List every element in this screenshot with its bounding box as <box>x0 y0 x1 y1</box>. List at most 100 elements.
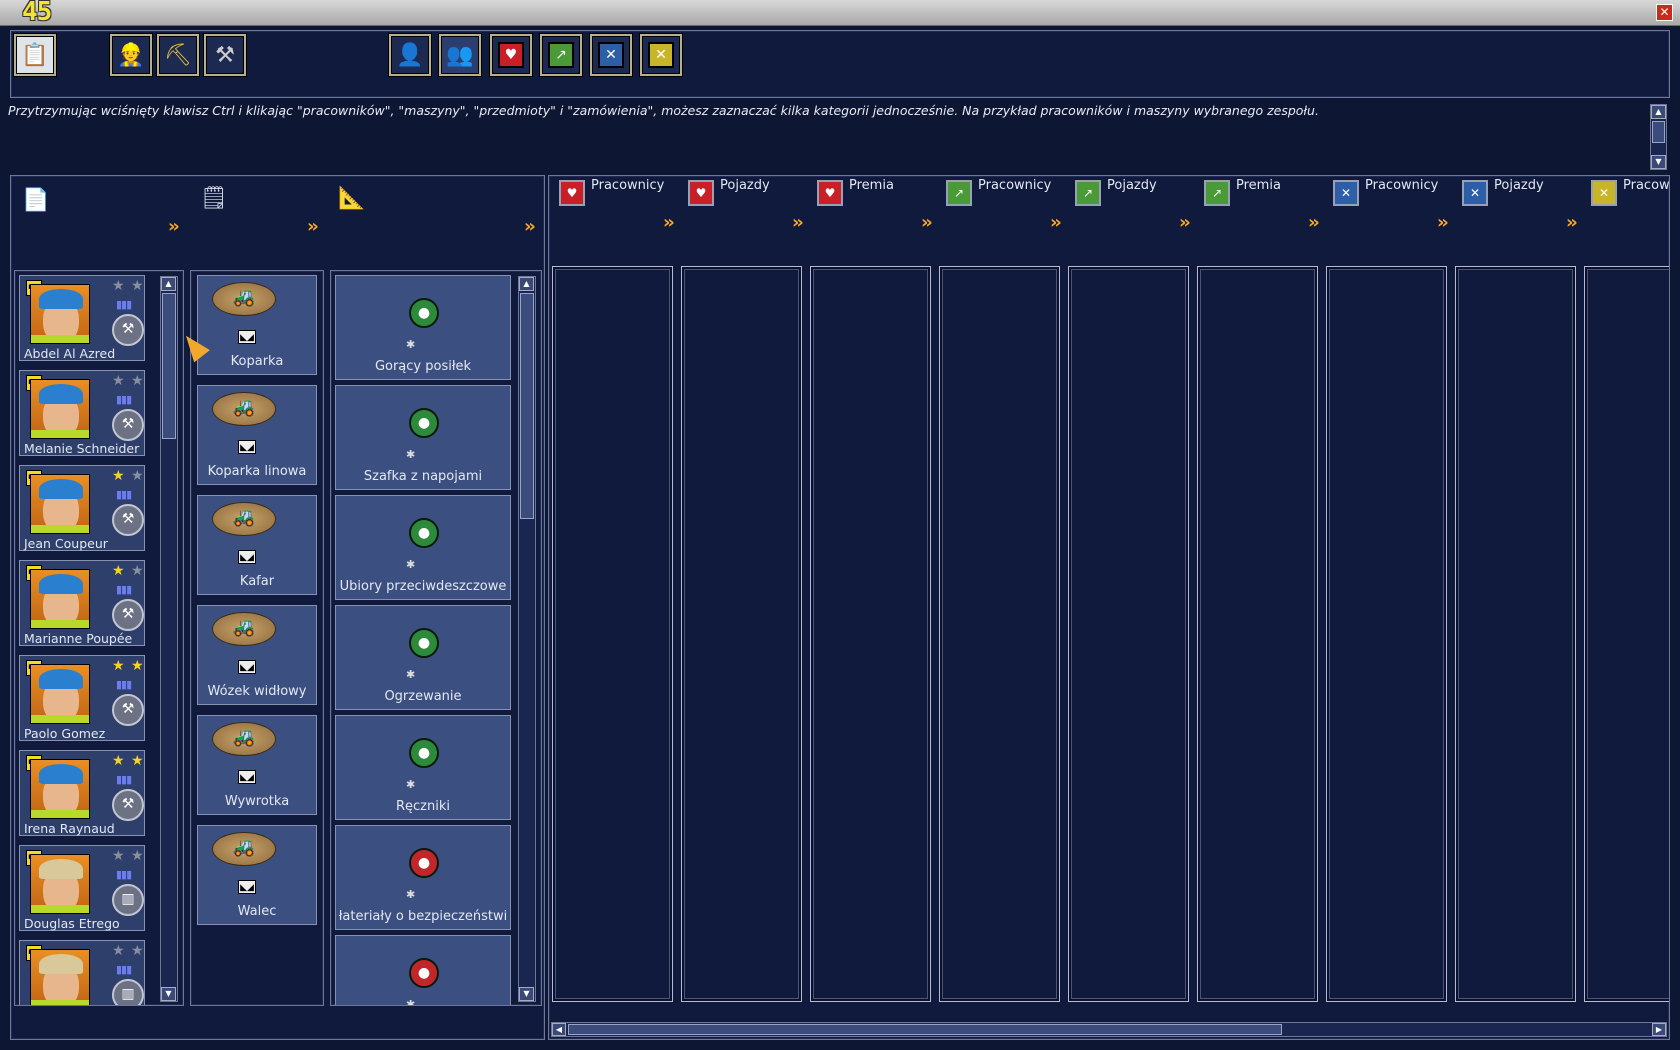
team-drop-column[interactable] <box>939 266 1060 1002</box>
workers-sort-chevron-icon[interactable]: ›› <box>168 216 180 237</box>
column-header: Pojazdy <box>1107 178 1157 193</box>
item-requirement: ✱ <box>406 778 415 791</box>
worker-card[interactable]: ▪▪★★▮▮▮⚒Marianne Poupée <box>19 560 145 646</box>
scroll-down-arrow-icon[interactable]: ▼ <box>519 987 534 1001</box>
item-name: Ogrzewanie <box>384 689 462 704</box>
hint-scrollbar[interactable]: ▲ ▼ <box>1650 104 1667 170</box>
skill-star-icon: ★ <box>112 658 125 674</box>
worker-card[interactable]: ▪▪★★▮▮▮▥ <box>19 940 145 1005</box>
requirement-icon: ✱ <box>406 888 416 901</box>
worker-card[interactable]: ▪▪★★▮▮▮⚒Irena Raynaud <box>19 750 145 836</box>
hammer-icon: ⚒ <box>112 504 144 536</box>
team-drop-column[interactable] <box>810 266 931 1002</box>
skill-star-icon: ★ <box>131 373 144 389</box>
operator-icon: ◣◢ <box>238 880 256 894</box>
excavator-icon: ⛏ <box>164 42 192 68</box>
item-card[interactable]: ● ✱ Gorący posiłek <box>335 275 511 380</box>
title-bar <box>0 0 1680 26</box>
items-sort-chevron-icon[interactable]: ›› <box>524 216 536 237</box>
sort-chevron-icon[interactable]: ›› <box>663 212 675 233</box>
red-team-icon: ♥ <box>498 42 524 68</box>
machine-card[interactable]: 🚜 ◣◢ Koparka <box>197 275 317 375</box>
scroll-thumb[interactable] <box>520 293 534 519</box>
skill-star-icon: ★ <box>131 563 144 579</box>
machine-card[interactable]: 🚜 ◣◢ Wywrotka <box>197 715 317 815</box>
scroll-thumb[interactable] <box>162 293 176 439</box>
worker-card[interactable]: ▪▪★★▮▮▮▥Douglas Etrego <box>19 845 145 931</box>
item-requirement: ✱ <box>406 998 415 1005</box>
scroll-thumb[interactable] <box>1652 121 1665 143</box>
team-drop-column[interactable] <box>1584 266 1669 1002</box>
scroll-right-arrow-icon[interactable]: ▶ <box>1652 1023 1666 1036</box>
machine-card[interactable]: 🚜 ◣◢ Koparka linowa <box>197 385 317 485</box>
horizontal-scrollbar[interactable]: ◀ ▶ <box>551 1022 1667 1037</box>
team-button[interactable]: 👥 <box>439 34 481 76</box>
item-card[interactable]: ● ✱ Ogrzewanie <box>335 605 511 710</box>
worker-portrait <box>30 284 90 344</box>
scroll-up-arrow-icon[interactable]: ▲ <box>519 277 534 291</box>
machines-header-icon: 🗒 <box>200 186 228 211</box>
requirement-icon: ✱ <box>406 448 416 461</box>
worker-card[interactable]: ▪▪★★▮▮▮⚒Paolo Gomez <box>19 655 145 741</box>
yellow-team-button[interactable]: ✕ <box>640 34 682 76</box>
item-card[interactable]: ● ✱ Szafka z napojami <box>335 385 511 490</box>
machine-card[interactable]: 🚜 ◣◢ Kafar <box>197 495 317 595</box>
scroll-thumb[interactable] <box>568 1024 1282 1035</box>
operator-icon: ◣◢ <box>238 770 256 784</box>
sort-chevron-icon[interactable]: ›› <box>1050 212 1062 233</box>
team-drop-column[interactable] <box>1197 266 1318 1002</box>
clipboard-button[interactable]: 📋 <box>14 34 56 76</box>
worker-card[interactable]: ▪▪★★▮▮▮⚒Jean Coupeur <box>19 465 145 551</box>
sort-chevron-icon[interactable]: ›› <box>1308 212 1320 233</box>
item-card[interactable]: ● ✱ Ręczniki <box>335 715 511 820</box>
team-drop-column[interactable] <box>681 266 802 1002</box>
machines-sort-chevron-icon[interactable]: ›› <box>307 216 319 237</box>
energy-bars-icon: ▮▮▮ <box>116 393 132 406</box>
energy-bars-icon: ▮▮▮ <box>116 488 132 501</box>
items-filter-button[interactable]: ⚒ <box>204 34 246 76</box>
sort-chevron-icon[interactable]: ›› <box>1437 212 1449 233</box>
worker-portrait <box>30 474 90 534</box>
close-button[interactable]: ✕ <box>1656 4 1673 21</box>
sort-chevron-icon[interactable]: ›› <box>921 212 933 233</box>
sort-chevron-icon[interactable]: ›› <box>792 212 804 233</box>
workers-scrollbar[interactable]: ▲ ▼ <box>160 276 178 1002</box>
machine-requirement: ◣◢ <box>238 330 256 344</box>
towel-icon: ● <box>409 738 439 768</box>
worker-card[interactable]: ▪▪★★▮▮▮⚒Melanie Schneider <box>19 370 145 456</box>
sort-chevron-icon[interactable]: ›› <box>1179 212 1191 233</box>
red-team-button[interactable]: ♥ <box>490 34 532 76</box>
team-drop-column[interactable] <box>1455 266 1576 1002</box>
worker-card[interactable]: ▪▪★★▮▮▮⚒Abdel Al Azred <box>19 275 145 361</box>
worker-portrait <box>30 949 90 1005</box>
sort-chevron-icon[interactable]: ›› <box>1566 212 1578 233</box>
scroll-down-arrow-icon[interactable]: ▼ <box>1651 155 1666 169</box>
item-card[interactable]: ● ✱ Ubiory przeciwdeszczowe <box>335 495 511 600</box>
machines-filter-button[interactable]: ⛏ <box>157 34 199 76</box>
scroll-up-arrow-icon[interactable]: ▲ <box>1651 105 1666 119</box>
team-drop-column[interactable] <box>1068 266 1189 1002</box>
items-scrollbar[interactable]: ▲ ▼ <box>518 276 536 1002</box>
green-team-button[interactable]: ↗ <box>540 34 582 76</box>
machine-name: Kafar <box>239 574 275 589</box>
scroll-up-arrow-icon[interactable]: ▲ <box>161 277 176 291</box>
item-card[interactable]: ● ✱ łateriały o bezpieczeństwi <box>335 825 511 930</box>
workers-filter-button[interactable]: 👷 <box>110 34 152 76</box>
skill-star-icon: ★ <box>112 468 125 484</box>
machine-requirement: ◣◢ <box>238 880 256 894</box>
scroll-left-arrow-icon[interactable]: ◀ <box>552 1023 566 1036</box>
blue-team-button[interactable]: ✕ <box>590 34 632 76</box>
team-icon: 👥 <box>446 42 474 68</box>
machine-card[interactable]: 🚜 ◣◢ Wózek widłowy <box>197 605 317 705</box>
hammer-icon: ⚒ <box>112 599 144 631</box>
team-drop-column[interactable] <box>552 266 673 1002</box>
scroll-down-arrow-icon[interactable]: ▼ <box>161 987 176 1001</box>
machine-card[interactable]: 🚜 ◣◢ Walec <box>197 825 317 925</box>
manager-button[interactable]: 👤 <box>389 34 431 76</box>
workers-header-icon: 📄 <box>22 188 50 213</box>
excavator-icon: 🚜 <box>212 282 276 316</box>
item-card[interactable]: ● ✱ <box>335 935 511 1005</box>
safety-book-icon: ● <box>409 848 439 878</box>
energy-bars-icon: ▮▮▮ <box>116 678 132 691</box>
team-drop-column[interactable] <box>1326 266 1447 1002</box>
